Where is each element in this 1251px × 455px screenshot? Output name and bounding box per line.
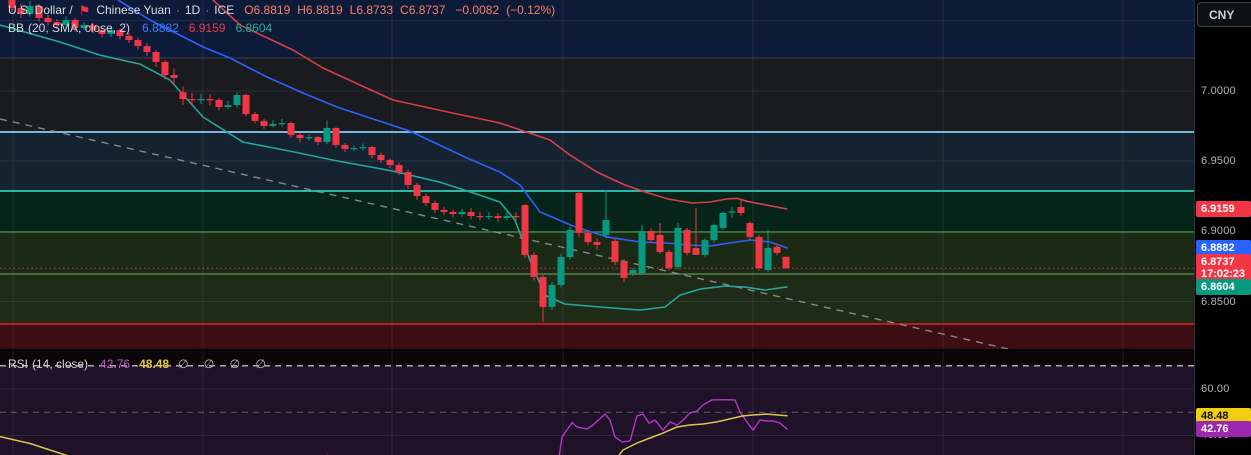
bb-upper-value: 6.9159 bbox=[188, 21, 226, 35]
ohlc-item-l: L6.8733 bbox=[349, 3, 394, 17]
ohlc-item-h: H6.8819 bbox=[297, 3, 343, 17]
price-axis-label: 7.0000 bbox=[1201, 84, 1236, 97]
legend-separator-2: · bbox=[205, 3, 210, 17]
symbol-legend-row[interactable]: U.S. Dollar / ⚑ Chinese Yuan · 1D · ICE … bbox=[8, 3, 555, 17]
support-resistance-zones bbox=[0, 0, 1194, 350]
change-pct-value: (−0.12%) bbox=[506, 3, 556, 17]
ohlc-item-o: O6.8819 bbox=[244, 3, 291, 17]
ohlc-values: O6.8819 H6.8819 L6.8733 C6.8737 bbox=[244, 3, 445, 17]
interval-label[interactable]: 1D bbox=[185, 3, 200, 17]
rsi-legend-row[interactable]: RSI (14, close) 42.76 48.48 ∅ ∅ ∅ ∅ bbox=[8, 357, 272, 371]
change-value: −0.0082 bbox=[455, 3, 500, 17]
rsi-indicator-params: (14, close) bbox=[32, 357, 89, 371]
bb-lower-value: 6.8604 bbox=[235, 21, 273, 35]
bb-indicator-name[interactable]: BB bbox=[8, 21, 24, 35]
price-axis-label: 6.9500 bbox=[1201, 155, 1236, 168]
rsi-axis-label: 60.00 bbox=[1201, 383, 1230, 395]
symbol-title-part2[interactable]: Chinese Yuan bbox=[96, 3, 171, 17]
pane-separator[interactable] bbox=[0, 349, 1194, 351]
exchange-label[interactable]: ICE bbox=[214, 3, 234, 17]
zone-rect bbox=[0, 324, 1194, 350]
zone-rect bbox=[0, 232, 1194, 275]
price-axis[interactable]: 7.00006.95006.90006.850060.0040.006.9159… bbox=[1194, 0, 1251, 455]
zone-rect bbox=[0, 274, 1194, 325]
symbol-title-part1[interactable]: U.S. Dollar / bbox=[8, 3, 73, 17]
rsi-indicator-name[interactable]: RSI bbox=[8, 357, 28, 371]
bb-indicator-params: (20, SMA, close, 2) bbox=[28, 21, 131, 35]
price-axis-label: 6.8500 bbox=[1201, 295, 1236, 308]
chart-canvas[interactable] bbox=[0, 0, 1194, 455]
trading-chart-app: U.S. Dollar / ⚑ Chinese Yuan · 1D · ICE … bbox=[0, 0, 1251, 455]
rsi-value-badge: 42.76 bbox=[1196, 420, 1251, 437]
indicator-price-badge: 6.8604 bbox=[1196, 278, 1251, 295]
zone-rect bbox=[0, 191, 1194, 233]
rsi-empty-values: ∅ ∅ ∅ ∅ bbox=[178, 357, 272, 371]
bb-basis-value: 6.8882 bbox=[142, 21, 179, 35]
currency-label: CNY bbox=[1209, 7, 1235, 22]
zone-rect bbox=[0, 58, 1194, 133]
currency-toggle[interactable]: CNY bbox=[1197, 2, 1251, 27]
bb-legend-row[interactable]: BB (20, SMA, close, 2) 6.8882 6.9159 6.8… bbox=[8, 21, 272, 35]
legend-separator: · bbox=[175, 3, 180, 17]
price-axis-label: 6.9000 bbox=[1201, 225, 1236, 238]
ohlc-item-c: C6.8737 bbox=[400, 3, 446, 17]
rsi-ma-value: 48.48 bbox=[139, 357, 170, 371]
rsi-value: 42.76 bbox=[100, 357, 131, 371]
indicator-price-badge: 6.9159 bbox=[1196, 201, 1251, 217]
flag-icon[interactable]: ⚑ bbox=[79, 4, 91, 17]
